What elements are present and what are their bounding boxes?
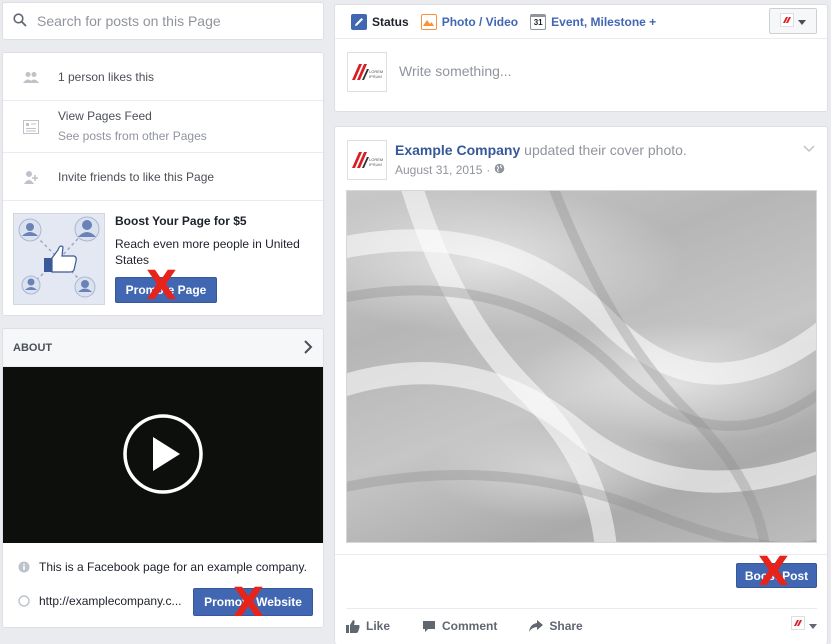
post-actions: Like Comment Share [346,614,817,638]
info-icon [17,561,31,573]
company-logo: LOREM IPSUM [347,52,387,92]
photo-icon [420,13,437,30]
about-header[interactable]: ABOUT [3,329,323,367]
about-heading: ABOUT [13,341,53,354]
like-label: Like [366,619,391,633]
pages-feed-subtitle: See posts from other Pages [58,129,207,143]
website-link[interactable]: http://examplecompany.c... [39,594,182,608]
thumbs-up-icon [346,619,360,633]
about-video[interactable] [3,367,323,543]
globe-icon[interactable] [494,163,505,177]
about-description: This is a Facebook page for an example c… [39,560,307,574]
invite-friends-row[interactable]: Invite friends to like this Page [3,153,323,201]
cover-photo-post: LOREM IPSUM Example Company updated thei… [334,126,828,644]
chevron-down-icon [809,618,817,632]
chevron-right-icon[interactable] [303,340,313,357]
logo-text-line2: IPSUM [369,74,382,79]
tab-status[interactable]: Status [351,13,409,30]
chevron-down-icon [798,14,806,28]
play-button-icon[interactable] [122,413,204,498]
boost-illustration [13,213,105,305]
add-friend-icon [22,168,40,186]
boost-description: Reach even more people in United States [115,237,300,267]
tab-status-label: Status [372,14,409,29]
pages-feed-row[interactable]: View Pages Feed See posts from other Pag… [3,101,323,153]
post-divider [346,608,817,609]
about-website-row[interactable]: http://examplecompany.c... [17,594,182,608]
about-description-row: This is a Facebook page for an example c… [17,560,307,574]
promote-page-button[interactable]: Promote Page [115,277,217,303]
likes-row[interactable]: 1 person likes this [3,53,323,101]
tab-event-milestone-label: Event, Milestone + [551,14,657,29]
post-as-selector[interactable] [769,8,817,34]
tab-photo-video[interactable]: Photo / Video [420,13,519,30]
page-avatar-icon [791,616,805,633]
post-date[interactable]: August 31, 2015 [395,163,482,177]
calendar-icon: 31 [530,13,547,30]
comment-icon [422,620,436,633]
invite-friends-text: Invite friends to like this Page [58,169,215,184]
boost-post-button[interactable]: Boost Post [736,563,817,588]
promote-website-button[interactable]: Promote Website [193,588,313,616]
tab-photo-video-label: Photo / Video [441,14,519,29]
composer-tabs: Status Photo / Video 31 Event, Milestone… [335,5,827,39]
post-author-logo[interactable]: LOREM IPSUM [347,140,387,180]
comment-label: Comment [442,619,498,633]
like-button[interactable]: Like [346,619,390,633]
post-action-text: updated their cover photo. [524,142,687,158]
pencil-icon [351,13,367,30]
composer-input[interactable]: Write something... [399,63,512,79]
cover-photo-image[interactable] [346,190,817,543]
post-timestamp-row: August 31, 2015 · [395,163,505,177]
post-author-link[interactable]: Example Company [395,142,520,158]
feed-icon [22,118,40,136]
post-options-chevron-icon[interactable] [803,142,815,156]
globe-icon [17,595,31,607]
post-header: Example Company updated their cover phot… [395,142,687,158]
page-info-card: 1 person likes this View Pages Feed See … [2,52,324,316]
post-composer: Status Photo / Video 31 Event, Milestone… [334,4,828,112]
people-icon [22,68,40,86]
search-icon [13,12,27,30]
likes-count-text: 1 person likes this [58,69,155,84]
date-separator: · [486,163,491,177]
share-label: Share [549,619,583,633]
post-divider [335,554,827,555]
pages-feed-title[interactable]: View Pages Feed [58,109,152,123]
page-avatar-icon [780,12,794,30]
page-search-box[interactable] [2,2,324,40]
share-icon [529,620,544,632]
comment-button[interactable]: Comment [422,619,497,633]
boost-title: Boost Your Page for $5 [115,214,247,228]
tab-event-milestone[interactable]: 31 Event, Milestone + [530,13,657,30]
search-input[interactable] [37,13,317,29]
logo-text-line2: IPSUM [369,162,382,167]
about-card: ABOUT This is a Facebook page for an exa… [2,328,324,628]
share-button[interactable]: Share [529,619,583,633]
react-as-selector[interactable] [791,616,817,633]
